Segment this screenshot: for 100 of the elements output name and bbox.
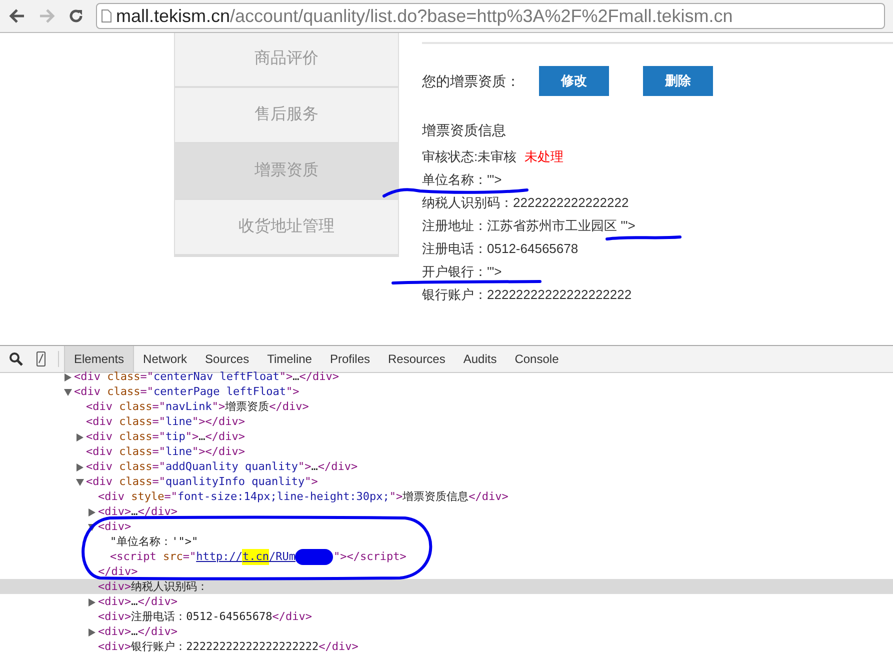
code-token: <div <box>74 384 102 399</box>
devtools-tab[interactable]: Profiles <box>320 346 379 372</box>
code-token: </div> <box>299 369 339 384</box>
device-icon[interactable] <box>36 351 46 367</box>
code-token: </div> <box>138 594 178 609</box>
collapse-triangle-icon[interactable] <box>64 388 72 396</box>
search-icon[interactable] <box>9 352 23 366</box>
code-token: class <box>119 459 152 474</box>
tree-row[interactable]: <div style="font-size:14px;line-height:30px;">增票资质信息</div> <box>0 489 893 504</box>
tree-row[interactable]: <script src="http://t.cn/RUm "></script> <box>0 549 893 564</box>
expand-triangle-icon[interactable] <box>88 628 96 636</box>
devtools-tab[interactable]: Sources <box>196 346 258 372</box>
devtools-tab[interactable]: Audits <box>454 346 506 372</box>
code-token: class <box>107 384 140 399</box>
code-token: "> <box>212 399 226 414</box>
info-field: 银行账户：22222222222222222222 <box>422 283 632 306</box>
code-token: </div> <box>138 504 178 519</box>
code-token: class <box>119 399 152 414</box>
code-token: src <box>162 548 183 564</box>
status-text: 未处理 <box>524 148 564 166</box>
code-token: <div> <box>98 504 132 519</box>
code-token: <div> <box>98 594 132 609</box>
devtools-tab[interactable]: Network <box>134 346 196 372</box>
tree-row[interactable]: <div class="centerPage leftFloat"> <box>0 384 893 399</box>
url-path: /account/quanlity/list.do?base=http%3A%2F%2Fmall.tekism.cn <box>230 4 733 28</box>
delete-button[interactable]: 删除 <box>643 66 713 96</box>
tree-row[interactable]: <div class="quanlityInfo quanlity"> <box>0 474 893 489</box>
edit-button[interactable]: 修改 <box>539 66 609 96</box>
code-token: =" <box>152 474 166 489</box>
code-token: =" <box>152 399 166 414</box>
devtools-tab[interactable]: Console <box>506 346 568 372</box>
script-link[interactable]: http:// <box>196 548 242 564</box>
code-token: … <box>311 459 318 474</box>
code-token: 增票资质信息 <box>402 489 469 504</box>
code-token: class <box>119 444 152 459</box>
code-token: =" <box>152 459 166 474</box>
tree-row[interactable]: <div>…</div> <box>0 594 893 609</box>
expand-triangle-icon[interactable] <box>88 508 96 516</box>
info-field: 单位名称：'"> <box>422 168 502 191</box>
code-token: … <box>131 624 138 639</box>
script-link[interactable]: /RUm <box>268 548 296 564</box>
tree-row[interactable]: <div class="line"></div> <box>0 444 893 459</box>
tree-row[interactable]: <div class="navLink">增票资质</div> <box>0 399 893 414</box>
code-token: … <box>292 369 300 384</box>
expand-triangle-icon[interactable] <box>76 433 84 441</box>
back-icon[interactable] <box>8 8 26 24</box>
code-token: "> <box>279 369 293 384</box>
review-status: 审核状态:未审核 <box>422 148 517 166</box>
code-token: "> <box>304 474 318 489</box>
tree-row[interactable]: <div> <box>0 519 893 534</box>
code-token: … <box>131 594 138 609</box>
selected-row[interactable]: <div>纳税人识别码： <box>0 579 893 594</box>
code-token: "></div> <box>192 444 245 459</box>
code-token: class <box>107 369 140 384</box>
code-token: </div> <box>205 429 245 444</box>
collapse-triangle-icon[interactable] <box>76 478 84 486</box>
tree-row[interactable]: <div class="addQuanlity quanlity">…</div> <box>0 459 893 474</box>
code-token: </div> <box>269 399 309 414</box>
devtools-tab[interactable]: Resources <box>379 346 454 372</box>
tree-row[interactable]: <div>银行账户：22222222222222222222</div> <box>0 639 893 654</box>
code-token: 纳税人识别码： <box>131 579 208 594</box>
code-token: quanlityInfo quanlity <box>166 474 305 489</box>
tree-row[interactable]: <div class="line"></div> <box>0 414 893 429</box>
code-token: <div> <box>98 579 132 594</box>
code-token: =" <box>164 489 178 504</box>
tree-row[interactable]: <div class="centerNav leftFloat">…</div> <box>0 369 893 384</box>
tree-row[interactable]: <div>…</div> <box>0 504 893 519</box>
code-token: <div <box>86 444 114 459</box>
code-token: <div> <box>98 609 132 624</box>
code-token: "></script> <box>333 548 406 564</box>
code-token: </div> <box>318 639 358 654</box>
code-token: =" <box>152 429 166 444</box>
expand-triangle-icon[interactable] <box>64 373 72 381</box>
code-token: <div <box>86 459 114 474</box>
code-token: class <box>119 414 152 429</box>
devtools-tab[interactable]: Timeline <box>258 346 321 372</box>
code-token: <div> <box>98 519 132 534</box>
code-token: 银行账户：22222222222222222222 <box>131 639 319 654</box>
devtools-tab[interactable]: Elements <box>64 346 134 372</box>
code-token: </div> <box>468 489 508 504</box>
tree-row[interactable]: <div class="tip">…</div> <box>0 429 893 444</box>
qualification-label: 您的增票资质： <box>422 72 521 90</box>
code-token: <div> <box>98 624 132 639</box>
code-token: … <box>131 504 138 519</box>
code-token: <div <box>86 429 114 444</box>
expand-triangle-icon[interactable] <box>76 463 84 471</box>
code-token: <div> <box>98 639 132 654</box>
code-token: "></div> <box>192 414 245 429</box>
info-field: 注册地址：江苏省苏州市工业园区 '"> <box>422 214 636 237</box>
info-field: 开户银行：'"> <box>422 260 502 283</box>
expand-triangle-icon[interactable] <box>88 598 96 606</box>
address-bar[interactable]: mall.tekism.cn/account/quanlity/list.do?base=http%3A%2F%2Fmall.tekism.cn <box>96 3 885 29</box>
reload-icon[interactable] <box>68 8 84 24</box>
tree-row[interactable]: "单位名称：'">" <box>0 534 893 549</box>
code-token: <div <box>86 414 114 429</box>
tree-row[interactable]: <div>注册电话：0512-64565678</div> <box>0 609 893 624</box>
script-link[interactable]: t.cn <box>242 548 269 564</box>
tree-row[interactable]: <div>…</div> <box>0 624 893 639</box>
collapse-triangle-icon[interactable] <box>88 524 96 530</box>
code-token: </div> <box>318 459 358 474</box>
